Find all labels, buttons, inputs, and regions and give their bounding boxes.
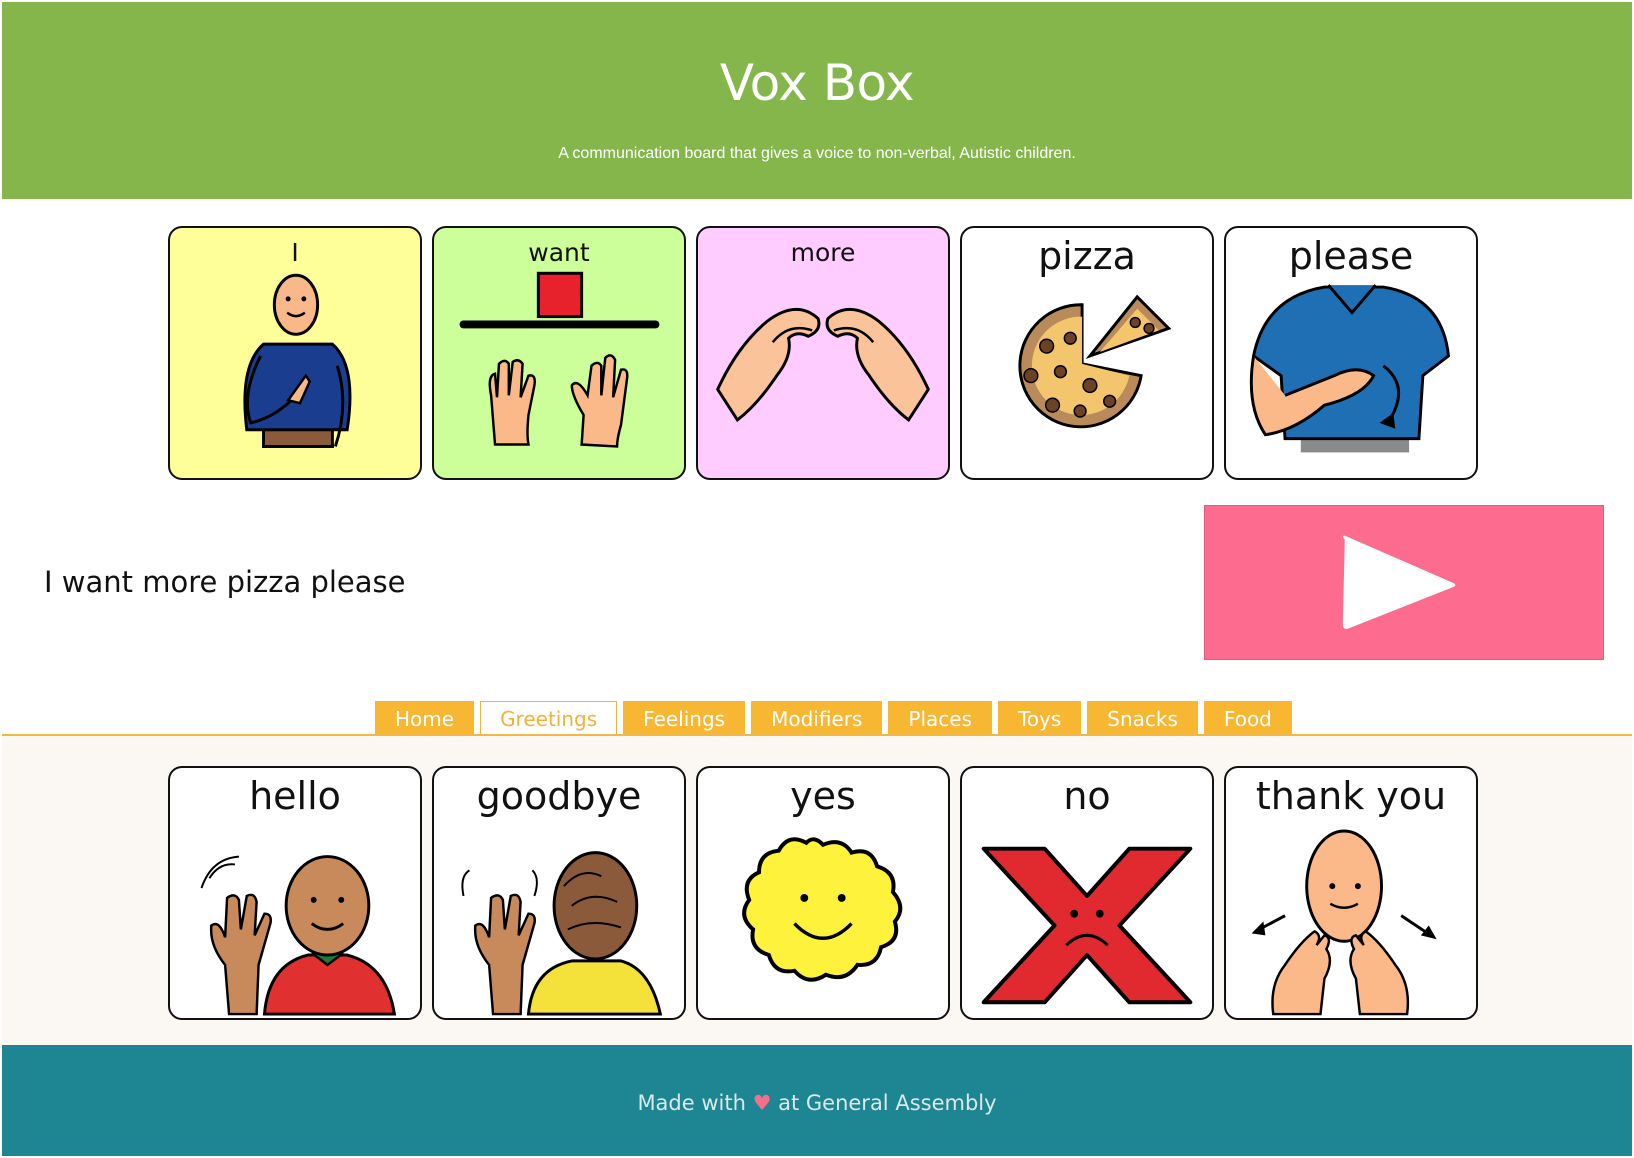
tab-places[interactable]: Places — [888, 701, 992, 735]
boy-waving-goodbye-icon — [461, 851, 663, 1016]
play-icon — [1342, 535, 1456, 629]
heart-icon: ♥ — [752, 1091, 772, 1115]
category-tabs: Home Greetings Feelings Modifiers Places… — [375, 701, 1292, 735]
sentence-card-i[interactable]: I — [168, 226, 422, 480]
app-header: Vox Box A communication board that gives… — [2, 2, 1632, 199]
board-card-goodbye[interactable]: goodbye — [432, 766, 686, 1020]
tab-feelings[interactable]: Feelings — [623, 701, 746, 735]
sentence-strip: I want more pizza please — [168, 226, 1484, 482]
board-card-yes[interactable]: yes — [696, 766, 950, 1020]
tab-modifiers[interactable]: Modifiers — [751, 701, 883, 735]
person-pointing-self-icon — [243, 273, 352, 448]
board-card-no[interactable]: no — [960, 766, 1214, 1020]
hand-circling-chest-icon — [1249, 284, 1450, 453]
sentence-text: I want more pizza please — [44, 565, 406, 599]
red-x-frown-icon — [981, 846, 1193, 1005]
hands-fingertips-together-icon — [716, 307, 930, 423]
pizza-icon — [1018, 294, 1172, 429]
tab-greetings[interactable]: Greetings — [480, 701, 618, 735]
app-title: Vox Box — [719, 54, 915, 112]
hands-from-chin-icon — [1251, 829, 1437, 1016]
sentence-card-more[interactable]: more — [696, 226, 950, 480]
sentence-card-want[interactable]: want — [432, 226, 686, 480]
footer: Made with ♥ at General Assembly — [2, 1045, 1632, 1156]
sentence-card-pizza[interactable]: pizza — [960, 226, 1214, 480]
footer-prefix: Made with — [637, 1091, 746, 1115]
footer-credit: Made with ♥ at General Assembly — [2, 1091, 1632, 1115]
play-button[interactable] — [1204, 505, 1604, 660]
boy-waving-hello-icon — [200, 855, 397, 1016]
speak-row: I want more pizza please — [2, 505, 1632, 661]
hands-reaching-box-icon — [459, 271, 660, 448]
footer-suffix: at General Assembly — [778, 1091, 997, 1115]
board-card-hello[interactable]: hello — [168, 766, 422, 1020]
tab-snacks[interactable]: Snacks — [1087, 701, 1198, 735]
tab-home[interactable]: Home — [375, 701, 475, 735]
board-row: hello goodbye yes no thank you — [168, 766, 1484, 1022]
tab-toys[interactable]: Toys — [997, 701, 1082, 735]
sentence-card-please[interactable]: please — [1224, 226, 1478, 480]
board-card-thank-you[interactable]: thank you — [1224, 766, 1478, 1020]
tab-food[interactable]: Food — [1203, 701, 1292, 735]
app-subtitle: A communication board that gives a voice… — [558, 145, 1076, 162]
symbol-board: hello goodbye yes no thank you — [2, 734, 1632, 1045]
smiley-face-icon — [742, 837, 903, 982]
